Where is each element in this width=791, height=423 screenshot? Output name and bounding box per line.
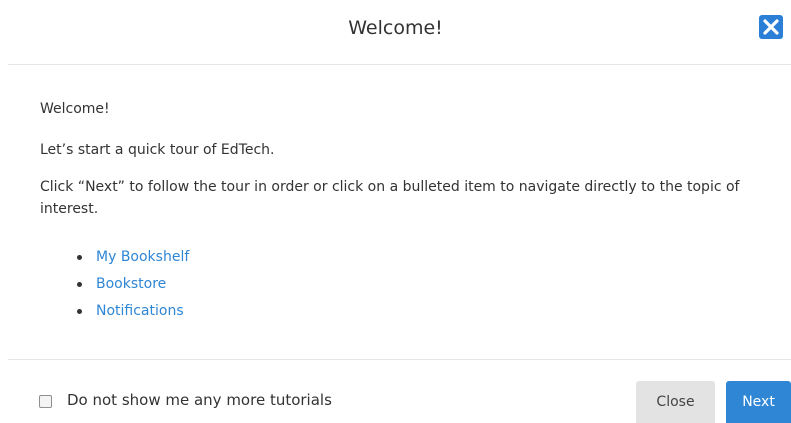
close-x-icon[interactable]: [759, 15, 783, 39]
welcome-tour-dialog: Welcome! Welcome! Let’s start a quick to…: [0, 0, 791, 423]
dont-show-tutorials-label[interactable]: Do not show me any more tutorials: [67, 391, 332, 409]
next-button[interactable]: Next: [726, 381, 791, 423]
topic-list: My Bookshelf Bookstore Notifications: [40, 246, 189, 327]
bullet-icon: [77, 282, 82, 287]
intro-text: Let’s start a quick tour of EdTech.: [40, 142, 275, 158]
dialog-header: Welcome!: [0, 0, 791, 64]
list-item: Bookstore: [40, 273, 189, 300]
close-button[interactable]: Close: [636, 381, 715, 423]
dont-show-tutorials-checkbox[interactable]: [39, 395, 52, 408]
topic-link-notifications[interactable]: Notifications: [96, 303, 184, 319]
list-item: My Bookshelf: [40, 246, 189, 273]
list-item: Notifications: [40, 300, 189, 327]
footer-divider: [8, 359, 791, 360]
dialog-title: Welcome!: [348, 17, 443, 39]
instructions-text: Click “Next” to follow the tour in order…: [40, 179, 740, 217]
bullet-icon: [77, 309, 82, 314]
topic-link-bookstore[interactable]: Bookstore: [96, 276, 166, 292]
topic-link-my-bookshelf[interactable]: My Bookshelf: [96, 249, 189, 265]
bullet-icon: [77, 255, 82, 260]
greeting-text: Welcome!: [40, 101, 110, 117]
header-divider: [8, 64, 791, 65]
